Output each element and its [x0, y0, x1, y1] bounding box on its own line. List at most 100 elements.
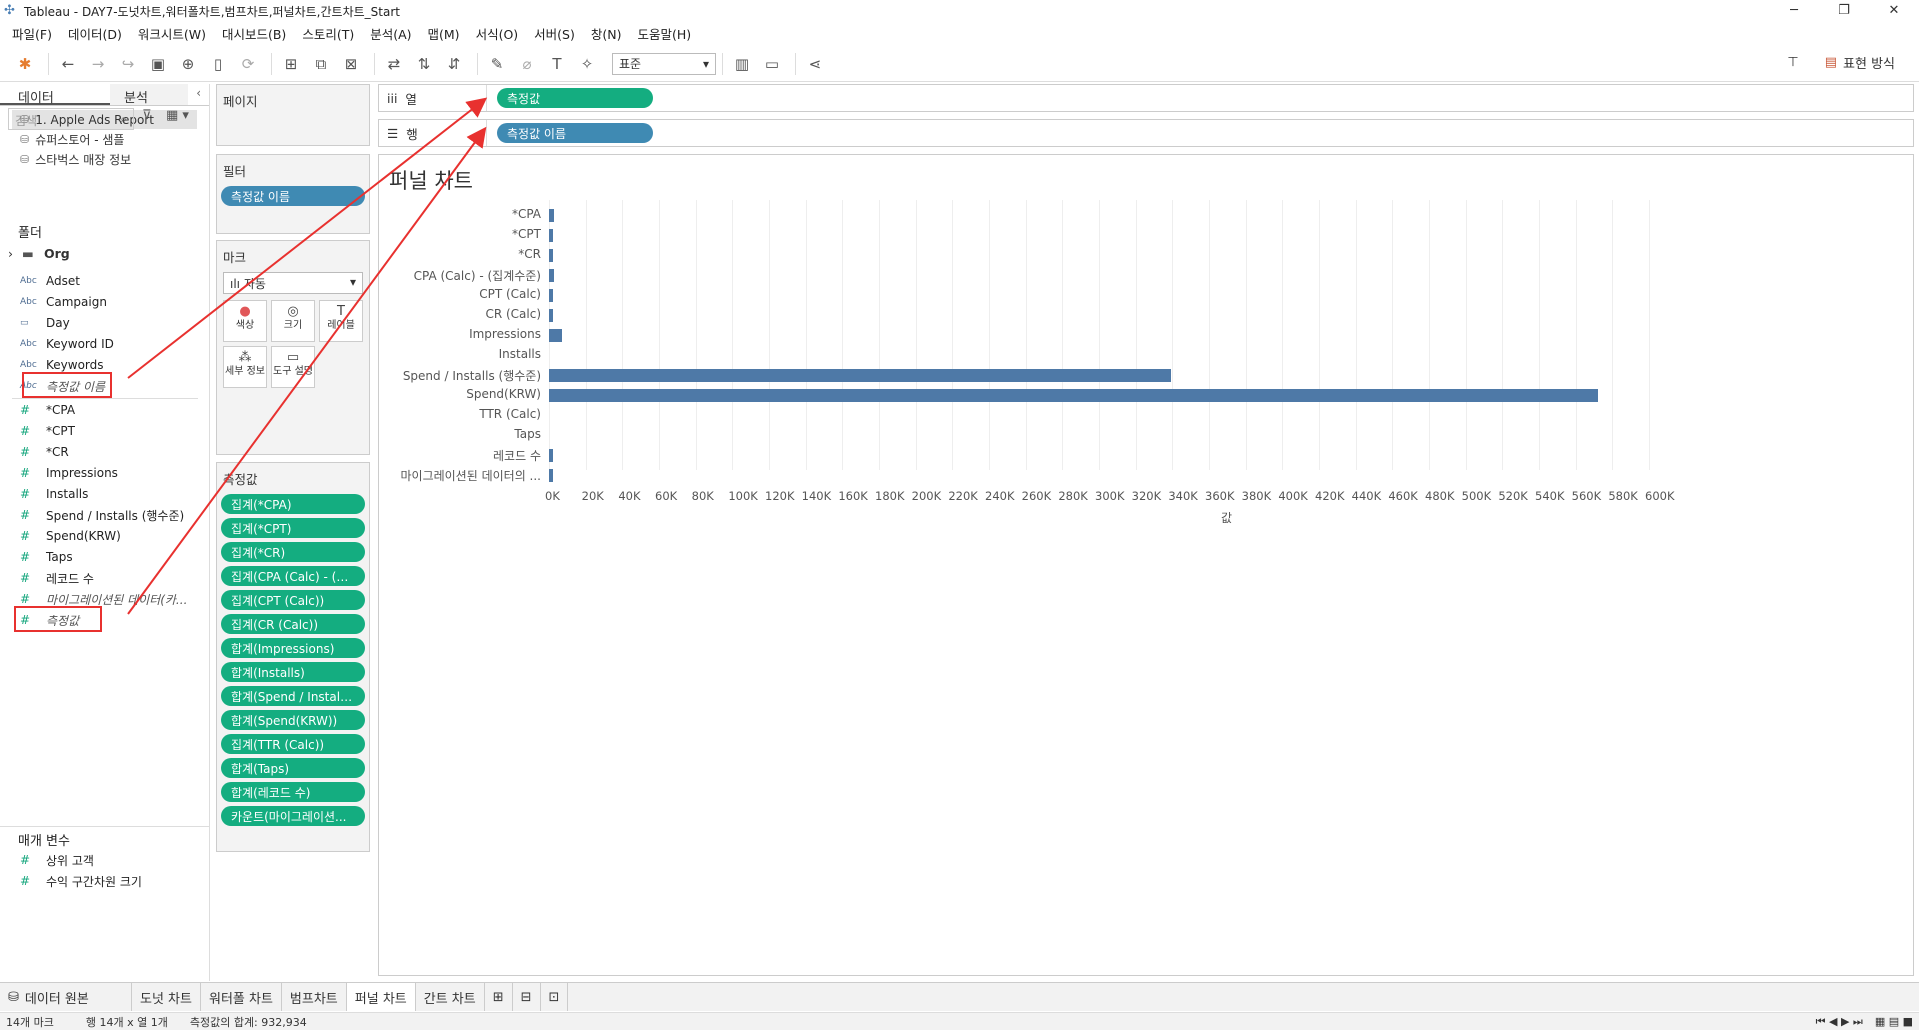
field-installs[interactable]: # Installs	[20, 484, 88, 504]
bar-mark[interactable]	[549, 229, 553, 242]
bar-mark[interactable]	[549, 209, 554, 222]
undo-icon[interactable]: ←	[55, 51, 81, 77]
field-record-count[interactable]: # 레코드 수	[20, 568, 94, 588]
duplicate-sheet-icon[interactable]: ⧉	[308, 51, 334, 77]
field-spend-installs[interactable]: # Spend / Installs (행수준)	[20, 505, 184, 525]
datasource-item[interactable]: ⛁ 스타벅스 매장 정보	[0, 150, 209, 169]
swap-rows-cols-icon[interactable]: ⇄	[381, 51, 407, 77]
field-day[interactable]: ▭ Day	[20, 313, 70, 333]
detail-button[interactable]: ⁂ 세부 정보	[223, 346, 267, 388]
pause-updates-icon[interactable]: ▯	[205, 51, 231, 77]
color-button[interactable]: ● 색상	[223, 300, 267, 342]
filter-pill-measure-names[interactable]: 측정값 이름	[221, 186, 365, 206]
field-keyword-id[interactable]: Abc Keyword ID	[20, 334, 114, 354]
sort-ascending-icon[interactable]: ⇅	[411, 51, 437, 77]
field-campaign[interactable]: Abc Campaign	[20, 292, 107, 312]
menu-format[interactable]: 서식(O)	[468, 24, 527, 43]
show-me-button[interactable]: ⊤ ▤ 표현 방식	[1787, 53, 1895, 72]
fit-select[interactable]: 표준 ▾	[612, 52, 716, 75]
bar-mark[interactable]	[549, 469, 553, 482]
replay-icon[interactable]: ↪	[115, 51, 141, 77]
menu-server[interactable]: 서버(S)	[526, 24, 583, 43]
filter-icon[interactable]: ⊽	[142, 108, 152, 123]
group-icon[interactable]: ⌀	[514, 51, 540, 77]
measure-pill[interactable]: 집계(*CPT)	[221, 518, 365, 538]
measure-pill[interactable]: 합계(Spend(KRW))	[221, 710, 365, 730]
measure-pill[interactable]: 집계(CPA (Calc) - (집...	[221, 566, 365, 586]
field-spend-krw[interactable]: # Spend(KRW)	[20, 526, 121, 546]
search-input[interactable]: 검색 ⌕	[8, 108, 134, 130]
menu-window[interactable]: 창(N)	[583, 24, 630, 43]
rows-pill-measure-names[interactable]: 측정값 이름	[497, 123, 653, 143]
labels-icon[interactable]: T	[544, 51, 570, 77]
datasource-item[interactable]: ⛁ 슈퍼스토어 - 샘플	[0, 130, 209, 149]
bar-mark[interactable]	[549, 369, 1171, 382]
size-button[interactable]: ◎ 크기	[271, 300, 315, 342]
tab-gantt-chart[interactable]: 간트 차트	[416, 983, 485, 1011]
param-top-customers[interactable]: # 상위 고객	[20, 850, 94, 870]
bar-mark[interactable]	[549, 289, 553, 302]
pages-shelf[interactable]: 페이지	[216, 84, 370, 146]
field-cr[interactable]: # *CR	[20, 442, 69, 462]
menu-analysis[interactable]: 분석(A)	[362, 24, 419, 43]
menu-data[interactable]: 데이터(D)	[60, 24, 130, 43]
pin-icon[interactable]: ✧	[574, 51, 600, 77]
menu-story[interactable]: 스토리(T)	[294, 24, 362, 43]
field-taps[interactable]: # Taps	[20, 547, 73, 567]
measure-pill[interactable]: 집계(CPT (Calc))	[221, 590, 365, 610]
clear-sheet-icon[interactable]: ⊠	[338, 51, 364, 77]
bar-mark[interactable]	[549, 329, 562, 342]
columns-shelf[interactable]: iii 열 측정값	[378, 84, 1914, 112]
field-cpa[interactable]: # *CPA	[20, 400, 75, 420]
measure-pill[interactable]: 집계(*CR)	[221, 542, 365, 562]
new-worksheet-tab-icon[interactable]: ⊞	[485, 983, 513, 1011]
menu-worksheet[interactable]: 워크시트(W)	[130, 24, 214, 43]
redo-icon[interactable]: →	[85, 51, 111, 77]
measure-pill[interactable]: 합계(Taps)	[221, 758, 365, 778]
columns-pill-measure-values[interactable]: 측정값	[497, 88, 653, 108]
tab-donut-chart[interactable]: 도넛 차트	[132, 983, 201, 1011]
field-adset[interactable]: Abc Adset	[20, 271, 80, 291]
measure-pill[interactable]: 합계(Spend / Installs ...	[221, 686, 365, 706]
measure-pill[interactable]: 집계(CR (Calc))	[221, 614, 365, 634]
minimize-icon[interactable]: ─	[1769, 0, 1819, 22]
menu-dashboard[interactable]: 대시보드(B)	[214, 24, 294, 43]
measure-pill[interactable]: 합계(레코드 수)	[221, 782, 365, 802]
bar-mark[interactable]	[549, 389, 1598, 402]
tooltip-button[interactable]: ▭ 도구 설명	[271, 346, 315, 388]
close-icon[interactable]: ✕	[1869, 0, 1919, 22]
folder-org[interactable]: › ▬ Org	[8, 246, 70, 261]
new-dashboard-tab-icon[interactable]: ⊟	[513, 983, 541, 1011]
tab-funnel-chart[interactable]: 퍼널 차트	[346, 983, 416, 1011]
mark-type-select[interactable]: ılı 자동 ▾	[223, 272, 363, 294]
bar-mark[interactable]	[549, 249, 553, 262]
tab-data[interactable]: 데이터	[0, 84, 110, 106]
show-cards-icon[interactable]: ▥	[729, 51, 755, 77]
rows-shelf[interactable]: ☰ 행 측정값 이름	[378, 119, 1914, 147]
param-bin-size[interactable]: # 수익 구간차원 크기	[20, 871, 142, 891]
refresh-icon[interactable]: ⟳	[235, 51, 261, 77]
presentation-mode-icon[interactable]: ▭	[759, 51, 785, 77]
share-icon[interactable]: ⋖	[802, 51, 828, 77]
measure-pill[interactable]: 합계(Impressions)	[221, 638, 365, 658]
bar-mark[interactable]	[549, 269, 554, 282]
menu-help[interactable]: 도움말(H)	[629, 24, 699, 43]
sort-descending-icon[interactable]: ⇵	[441, 51, 467, 77]
menu-file[interactable]: 파일(F)	[4, 24, 60, 43]
nav-arrows-icon[interactable]: ⏮ ◀ ▶ ⏭	[1810, 1015, 1869, 1029]
view-toggle-icon[interactable]: ▦ ▤ ■	[1869, 1015, 1919, 1028]
tableau-home-icon[interactable]: ✱	[12, 51, 38, 77]
highlight-icon[interactable]: ✎	[484, 51, 510, 77]
new-datasource-icon[interactable]: ⊕	[175, 51, 201, 77]
label-button[interactable]: T 레이블	[319, 300, 363, 342]
tab-waterfall-chart[interactable]: 워터폴 차트	[201, 983, 282, 1011]
field-impressions[interactable]: # Impressions	[20, 463, 118, 483]
measure-pill[interactable]: 집계(TTR (Calc))	[221, 734, 365, 754]
measure-pill[interactable]: 합계(Installs)	[221, 662, 365, 682]
field-cpt[interactable]: # *CPT	[20, 421, 75, 441]
measure-pill[interactable]: 카운트(마이그레이션...	[221, 806, 365, 826]
tab-bump-chart[interactable]: 범프차트	[282, 983, 347, 1011]
bar-mark[interactable]	[549, 309, 553, 322]
view-options-icon[interactable]: ▦ ▾	[166, 108, 189, 123]
collapse-pane-icon[interactable]: ‹	[188, 84, 209, 105]
